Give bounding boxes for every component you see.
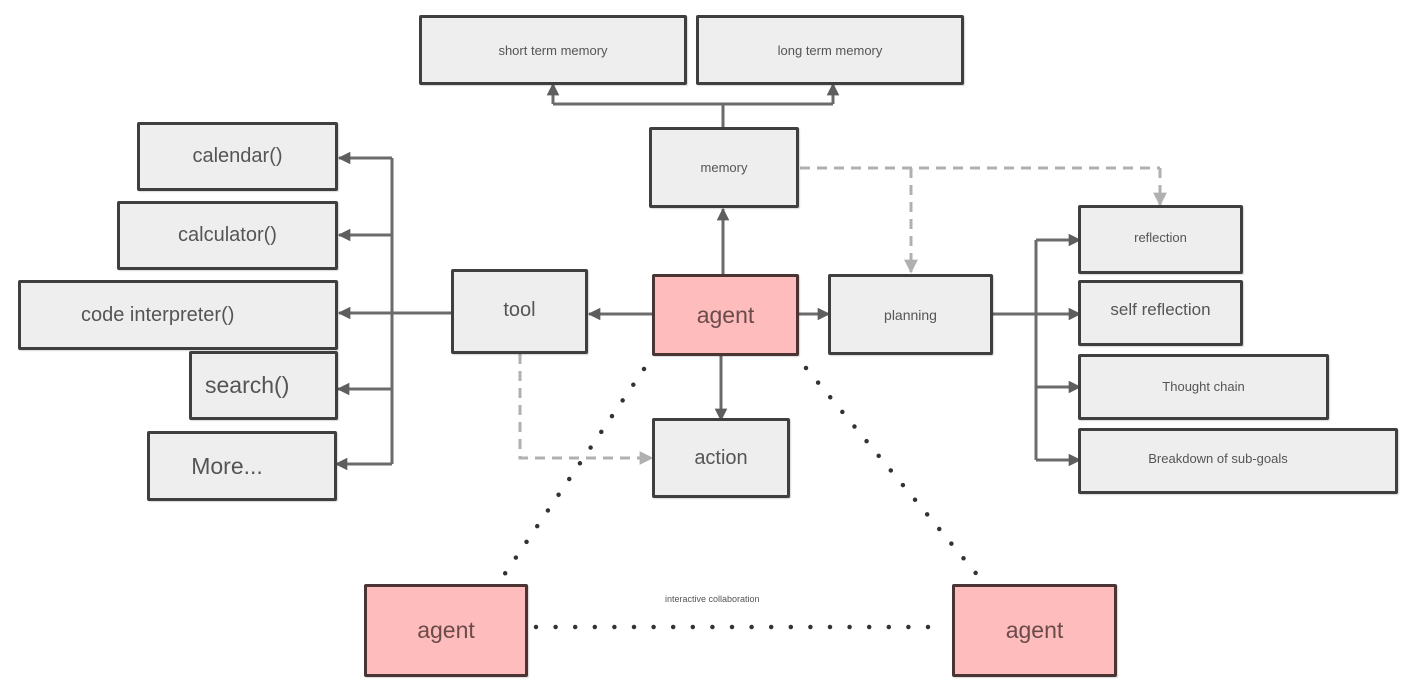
edge-agent-agent-left-dotted <box>499 366 647 581</box>
node-label: memory <box>700 160 748 175</box>
node-label: agent <box>417 617 475 643</box>
node-label: planning <box>884 306 937 323</box>
node-label: long term memory <box>777 42 883 58</box>
node-label: reflection <box>1134 230 1187 245</box>
node-label: short term memory <box>498 42 608 58</box>
node-search[interactable]: search() <box>189 351 338 420</box>
node-label: Breakdown of sub-goals <box>1148 451 1288 466</box>
node-long-term-memory[interactable]: long term memory <box>696 15 964 85</box>
node-agent-main[interactable]: agent <box>652 274 799 356</box>
node-label: Thought chain <box>1162 379 1245 394</box>
node-memory[interactable]: memory <box>649 127 799 208</box>
edge-tool-action-dashed <box>518 354 654 465</box>
node-label: code interpreter() <box>81 303 235 326</box>
node-label: self reflection <box>1110 300 1211 319</box>
node-code-interpreter[interactable]: code interpreter() <box>18 280 338 350</box>
node-agent-right[interactable]: agent <box>952 584 1117 677</box>
node-reflection[interactable]: reflection <box>1078 205 1243 274</box>
node-more[interactable]: More... <box>147 431 337 501</box>
node-breakdown-sub-goals[interactable]: Breakdown of sub-goals <box>1078 428 1398 494</box>
node-label: More... <box>191 452 263 479</box>
edge-agent-agent-right-dotted <box>803 365 982 580</box>
node-agent-left[interactable]: agent <box>364 584 528 677</box>
node-label: tool <box>503 299 536 321</box>
node-calculator[interactable]: calculator() <box>117 201 338 270</box>
node-short-term-memory[interactable]: short term memory <box>419 15 687 85</box>
node-label: agent <box>696 301 755 328</box>
node-label: calculator() <box>178 224 277 246</box>
node-thought-chain[interactable]: Thought chain <box>1078 354 1329 420</box>
node-action[interactable]: action <box>652 418 790 498</box>
node-self-reflection[interactable]: self reflection <box>1078 280 1243 346</box>
node-calendar[interactable]: calendar() <box>137 122 338 191</box>
collaboration-label: interactive collaboration <box>665 594 760 604</box>
node-label: agent <box>1005 617 1064 643</box>
node-label: search() <box>205 372 290 398</box>
node-planning[interactable]: planning <box>828 274 993 355</box>
node-tool[interactable]: tool <box>451 269 588 354</box>
node-label: action <box>694 447 748 469</box>
node-label: calendar() <box>192 145 283 167</box>
